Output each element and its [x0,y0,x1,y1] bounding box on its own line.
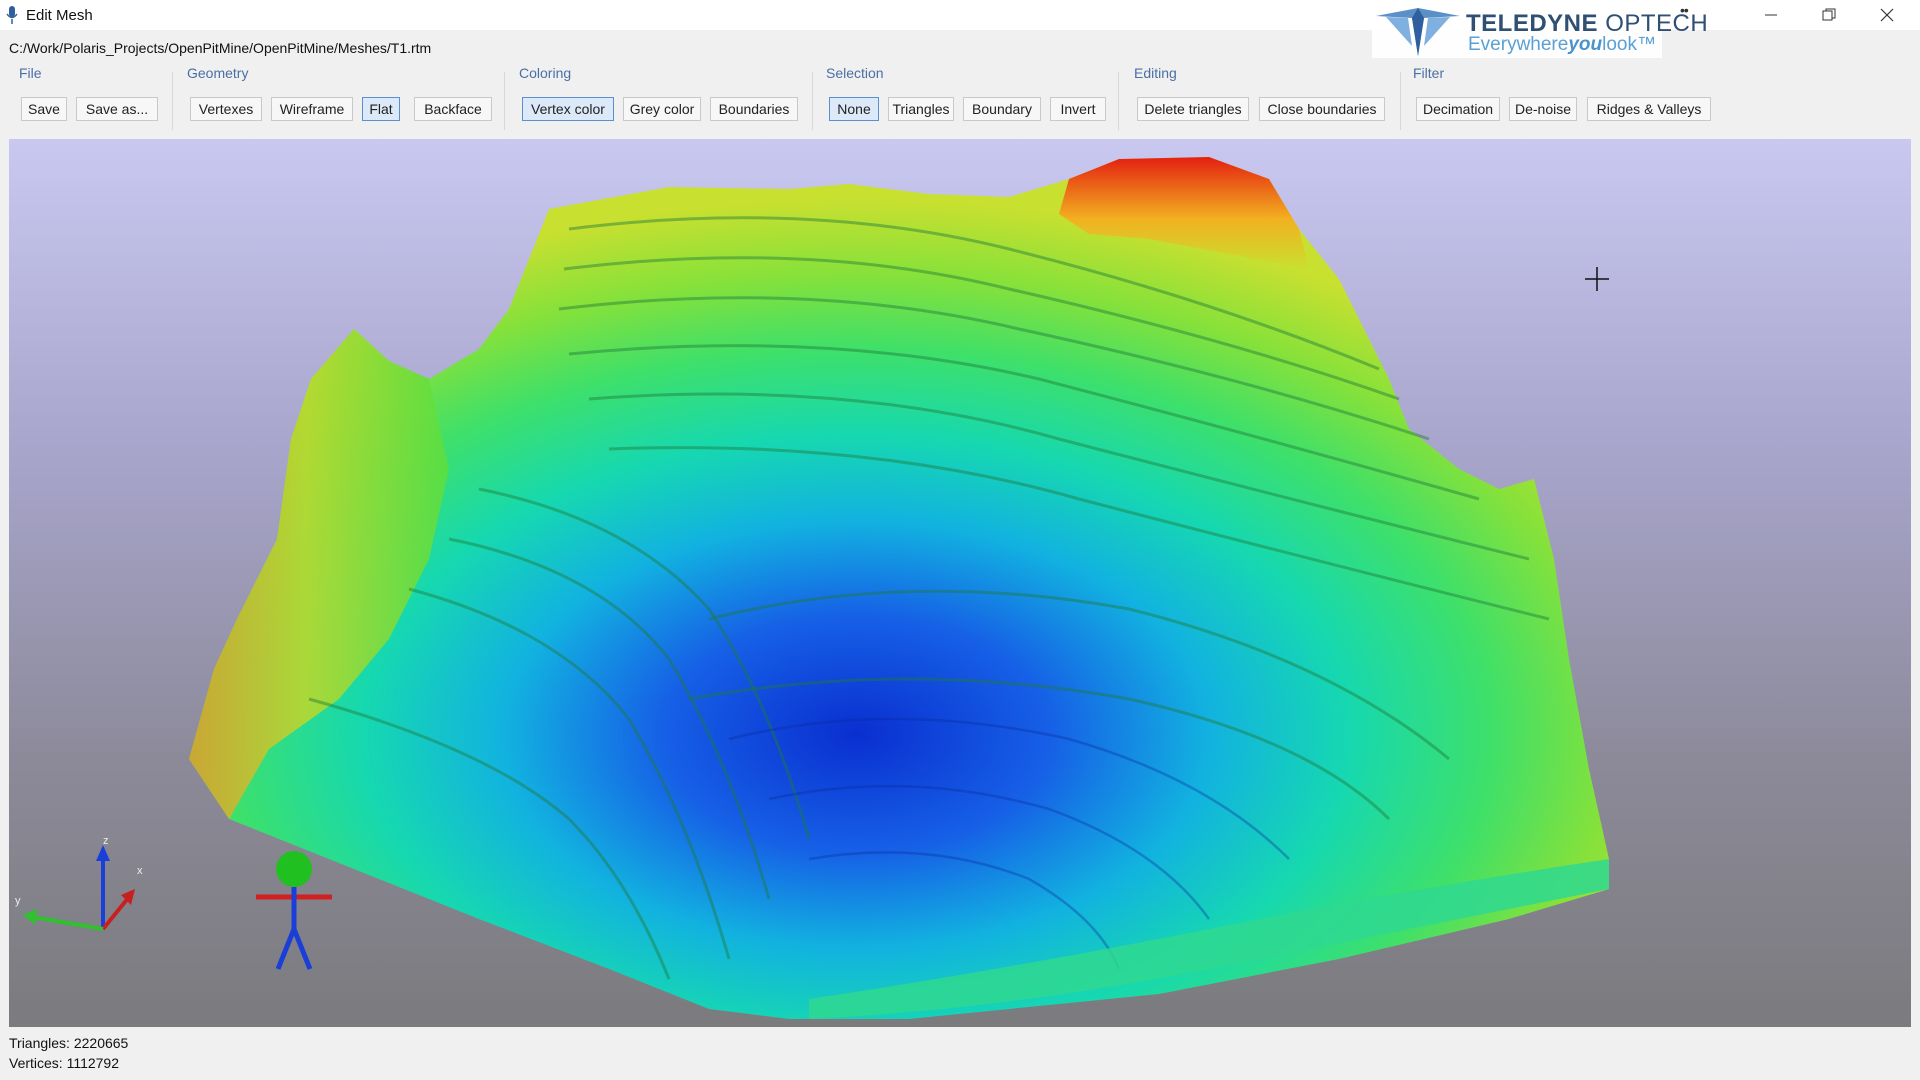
file-path: C:/Work/Polaris_Projects/OpenPitMine/Ope… [9,40,432,56]
select-triangles-button[interactable]: Triangles [888,97,954,121]
window-title: Edit Mesh [26,7,93,24]
ribbon-separator [1118,72,1119,130]
group-label-coloring: Coloring [519,65,572,81]
select-invert-button[interactable]: Invert [1050,97,1106,121]
close-button[interactable] [1858,0,1916,30]
group-label-filter: Filter [1413,65,1445,81]
axis-gizmo-icon [23,845,135,931]
ribbon-separator [812,72,813,130]
restore-icon [1822,8,1836,21]
logo-brand-bold: TELEDYNE [1466,10,1599,37]
scale-figure-icon [256,851,332,970]
save-as-button[interactable]: Save as... [76,97,158,121]
logo-tagline-start: Everywhere [1468,34,1569,55]
logo-brand-thin: OPTECH [1605,10,1709,37]
decimation-button[interactable]: Decimation [1416,97,1500,121]
minimize-icon [1765,14,1777,16]
boundaries-button[interactable]: Boundaries [710,97,798,121]
select-none-button[interactable]: None [829,97,879,121]
microphone-icon [6,6,18,24]
de-noise-button[interactable]: De-noise [1509,97,1577,121]
close-icon [1880,8,1894,22]
ridges-valleys-button[interactable]: Ridges & Valleys [1587,97,1711,121]
logo-tagline-emph: you [1568,34,1603,55]
minimize-button[interactable] [1742,0,1800,30]
logo-tagline-end: look™ [1602,34,1656,55]
grey-color-button[interactable]: Grey color [623,97,701,121]
axis-label-z: z [103,835,109,847]
delete-triangles-button[interactable]: Delete triangles [1137,97,1249,121]
axis-label-y: y [15,895,21,907]
vertex-color-button[interactable]: Vertex color [522,97,614,121]
close-boundaries-button[interactable]: Close boundaries [1259,97,1385,121]
axis-label-x: x [137,865,143,877]
group-label-file: File [19,65,42,81]
3d-viewport[interactable]: z x y [9,139,1911,1027]
select-boundary-button[interactable]: Boundary [963,97,1041,121]
group-label-editing: Editing [1134,65,1177,81]
vertexes-button[interactable]: Vertexes [190,97,262,121]
wireframe-button[interactable]: Wireframe [271,97,353,121]
teledyne-optech-logo: TELEDYNE OPTECH Everywhereyoulook™ [1372,6,1708,58]
group-label-geometry: Geometry [187,65,249,81]
ribbon-separator [504,72,505,130]
flat-button[interactable]: Flat [362,97,400,121]
restore-button[interactable] [1800,0,1858,30]
crosshair-icon [1585,267,1609,291]
status-triangles: Triangles: 2220665 [9,1035,129,1051]
ribbon-separator [172,72,173,130]
teledyne-logo-mark [1376,8,1460,56]
group-label-selection: Selection [826,65,884,81]
status-vertices: Vertices: 1112792 [9,1055,120,1071]
logo-tagline: Everywhereyoulook™ [1468,34,1656,56]
ribbon-separator [1400,72,1401,130]
save-button[interactable]: Save [21,97,67,121]
backface-button[interactable]: Backface [414,97,492,121]
